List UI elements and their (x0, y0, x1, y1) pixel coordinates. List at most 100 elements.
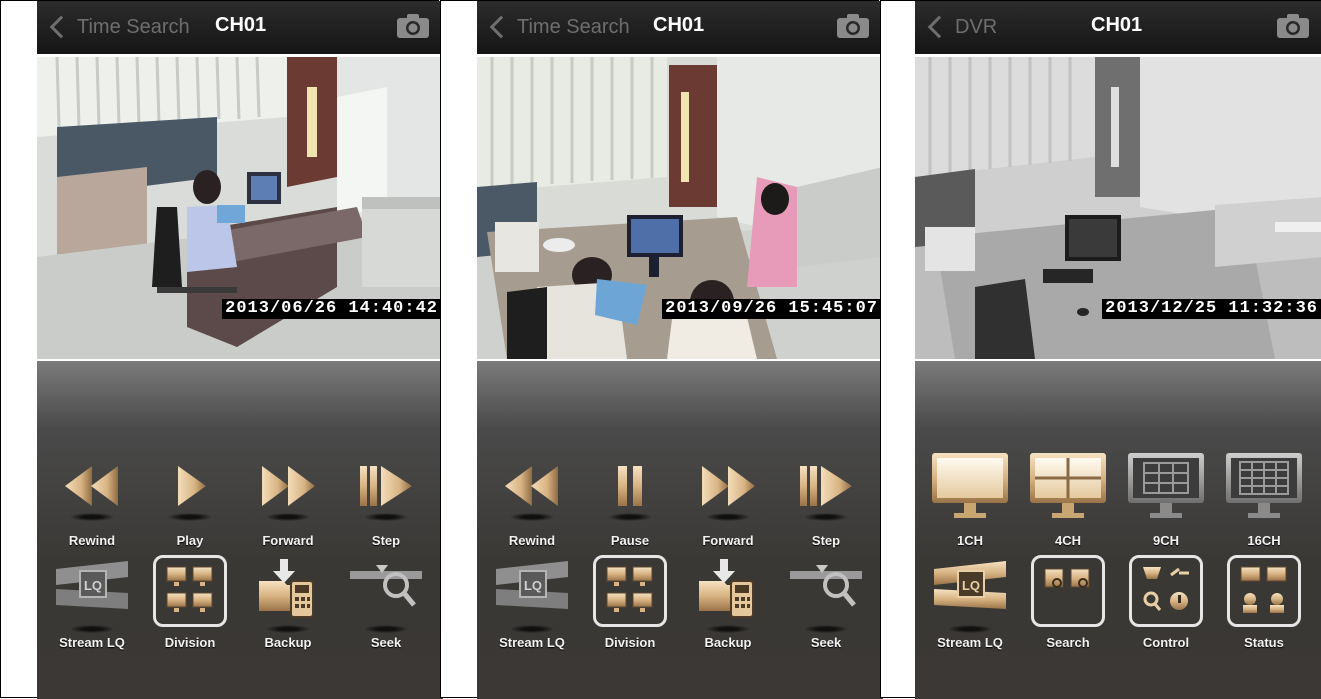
chevron-left-icon (927, 15, 951, 39)
layout-4ch-button[interactable]: 4CH (1018, 449, 1118, 549)
monitor-4ch-icon (1030, 453, 1106, 518)
nav-title: CH01 (653, 14, 705, 36)
status-button[interactable]: Status (1214, 555, 1314, 655)
stream-lq-button[interactable]: LQ Stream LQ (42, 555, 142, 655)
layout-9ch-button[interactable]: 9CH (1116, 449, 1216, 549)
forward-button[interactable]: Forward (238, 461, 338, 561)
stream-lq-label: Stream LQ (499, 635, 565, 650)
camera-icon[interactable] (397, 14, 429, 38)
layout-4ch-label: 4CH (1054, 533, 1081, 548)
chevron-left-icon (49, 15, 73, 39)
back-label: Time Search (77, 15, 190, 38)
fast-forward-icon (702, 466, 755, 506)
film-strip-lq-icon: LQ (934, 561, 1006, 609)
back-label: Time Search (517, 15, 630, 38)
camera-icon[interactable] (1277, 14, 1309, 38)
video-view[interactable]: 2013/09/26 15:45:07 (477, 57, 883, 359)
control-panel: Rewind Play Forward Step LQ Stream LQ Di… (37, 361, 443, 699)
rewind-label: Rewind (508, 533, 556, 548)
backup-icon (699, 559, 754, 618)
rewind-icon (65, 466, 118, 506)
step-icon (800, 466, 852, 506)
nav-title: CH01 (215, 14, 267, 36)
play-icon (178, 466, 206, 506)
phone-screen: Time Search CH01 (477, 1, 883, 699)
seek-button[interactable]: Seek (336, 555, 436, 655)
video-view[interactable]: 2013/06/26 14:40:42 (37, 57, 443, 359)
back-button[interactable]: DVR (925, 13, 997, 41)
timestamp-overlay: 2013/12/25 11:32:36 (1102, 299, 1321, 319)
forward-label: Forward (702, 533, 754, 548)
status-label: Status (1244, 635, 1284, 650)
film-strip-lq-icon: LQ (56, 561, 128, 609)
backup-icon (259, 559, 314, 618)
chevron-left-icon (489, 15, 513, 39)
control-panel: 1CH 4CH 9CH 16CH LQ Stream LQ Search Con… (915, 361, 1321, 699)
control-label: Control (1142, 635, 1190, 650)
stream-lq-label: Stream LQ (59, 635, 125, 650)
layout-1ch-label: 1CH (956, 533, 983, 548)
step-label: Step (811, 533, 841, 548)
layout-9ch-label: 9CH (1152, 533, 1179, 548)
division-button[interactable]: Division (140, 555, 240, 655)
step-button[interactable]: Step (336, 461, 436, 561)
control-button[interactable]: Control (1116, 555, 1216, 655)
division-button[interactable]: Division (580, 555, 680, 655)
layout-16ch-button[interactable]: 16CH (1214, 449, 1314, 549)
division-label: Division (164, 635, 216, 650)
step-icon (360, 466, 412, 506)
backup-button[interactable]: Backup (238, 555, 338, 655)
search-button[interactable]: Search (1018, 555, 1118, 655)
svg-text:LQ: LQ (962, 578, 980, 593)
monitor-9ch-icon (1128, 453, 1204, 518)
step-label: Step (371, 533, 401, 548)
back-button[interactable]: Time Search (47, 13, 190, 41)
nav-bar: DVR CH01 (915, 1, 1321, 54)
forward-button[interactable]: Forward (678, 461, 778, 561)
seek-magnifier-icon (790, 565, 862, 607)
layout-1ch-button[interactable]: 1CH (920, 449, 1020, 549)
backup-button[interactable]: Backup (678, 555, 778, 655)
rewind-button[interactable]: Rewind (482, 461, 582, 561)
backup-label: Backup (704, 635, 752, 650)
back-button[interactable]: Time Search (487, 13, 630, 41)
nav-bar: Time Search CH01 (477, 1, 883, 54)
nav-bar: Time Search CH01 (37, 1, 443, 54)
seek-label: Seek (810, 635, 842, 650)
pause-label: Pause (610, 533, 650, 548)
monitor-1ch-icon (932, 453, 1008, 518)
play-label: Play (176, 533, 204, 548)
phone-screen: Time Search CH01 (37, 1, 443, 699)
seek-magnifier-icon (350, 565, 422, 607)
stream-lq-label: Stream LQ (937, 635, 1003, 650)
video-view[interactable]: 2013/12/25 11:32:36 (915, 57, 1321, 359)
rewind-label: Rewind (68, 533, 116, 548)
search-calendar-icon (1044, 568, 1090, 588)
division-icon (166, 566, 213, 612)
screenshot-panel-1: Time Search CH01 2013/06/26 14:40:42 Rew… (0, 0, 443, 699)
stream-lq-button[interactable]: LQ Stream LQ (482, 555, 582, 655)
backup-label: Backup (264, 635, 312, 650)
screenshot-panel-2: Time Search CH01 2013/09/26 15:45:07 Rew… (440, 0, 883, 699)
svg-text:LQ: LQ (84, 578, 102, 593)
layout-16ch-label: 16CH (1247, 533, 1281, 548)
play-button[interactable]: Play (140, 461, 240, 561)
screenshot-panel-3: DVR CH01 2013/12/25 11:32:36 1CH 4CH 9CH… (880, 0, 1321, 699)
search-label: Search (1046, 635, 1090, 650)
camera-icon[interactable] (837, 14, 869, 38)
fast-forward-icon (262, 466, 315, 506)
monitor-16ch-icon (1226, 453, 1302, 518)
pause-button[interactable]: Pause (580, 461, 680, 561)
control-panel: Rewind Pause Forward Step LQ Stream LQ D… (477, 361, 883, 699)
rewind-icon (505, 466, 558, 506)
stream-lq-button[interactable]: LQ Stream LQ (920, 555, 1020, 655)
svg-text:LQ: LQ (524, 578, 542, 593)
rewind-button[interactable]: Rewind (42, 461, 142, 561)
pause-icon (618, 466, 642, 506)
nav-title: CH01 (1091, 14, 1143, 36)
phone-screen: DVR CH01 2013/12/25 11:32:36 1CH 4CH 9CH… (915, 1, 1321, 699)
seek-button[interactable]: Seek (776, 555, 876, 655)
division-icon (606, 566, 653, 612)
step-button[interactable]: Step (776, 461, 876, 561)
timestamp-overlay: 2013/06/26 14:40:42 (222, 299, 441, 319)
